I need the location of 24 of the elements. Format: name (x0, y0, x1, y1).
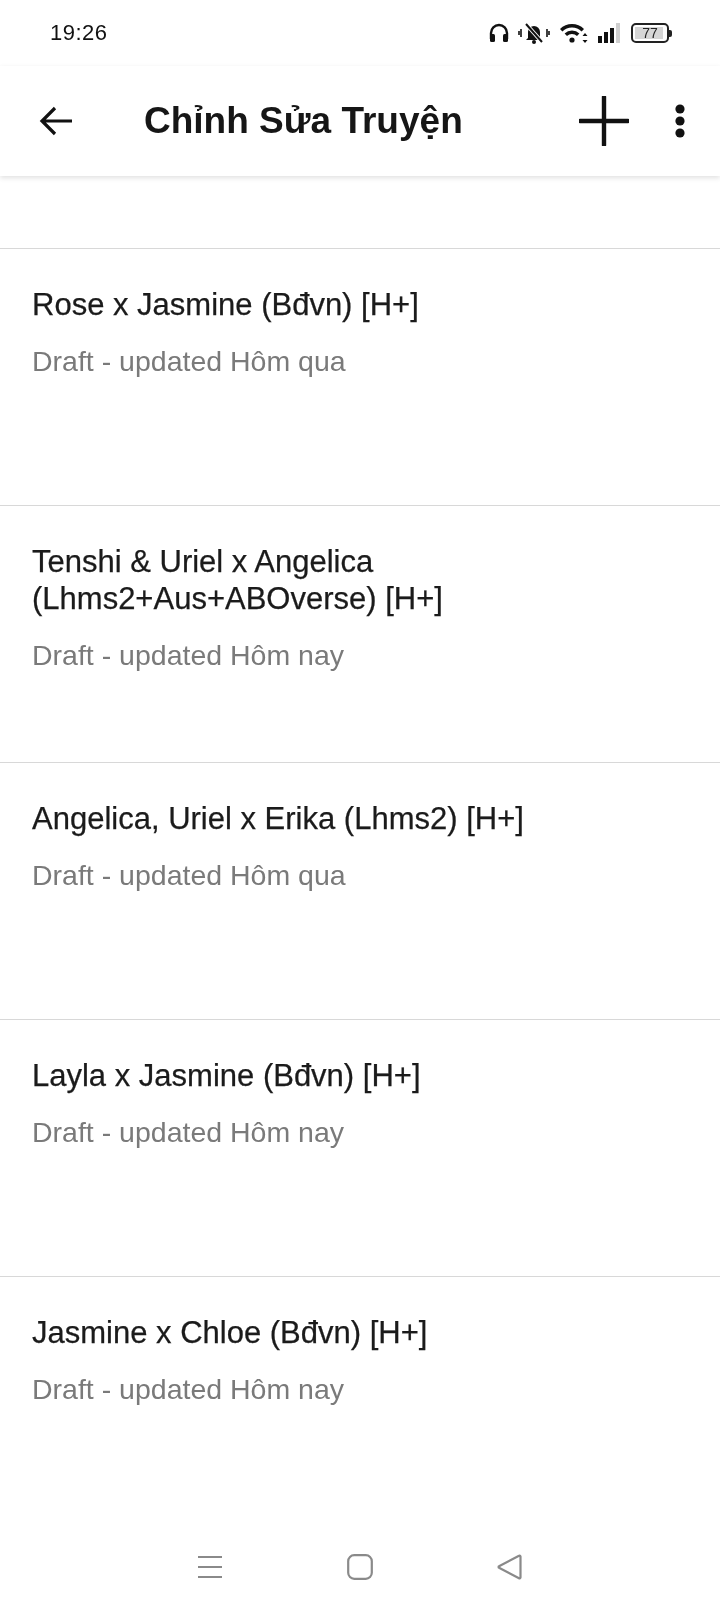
story-title[interactable]: Rose x Jasmine (Bđvn) [H+] (32, 286, 419, 323)
story-title[interactable]: Jasmine x Chloe (Bđvn) [H+] (32, 1314, 428, 1351)
wifi-icon (559, 22, 589, 44)
back-arrow-icon (38, 105, 74, 137)
signal-icon (598, 23, 622, 43)
story-title[interactable]: Layla x Jasmine (Bđvn) [H+] (32, 1057, 421, 1094)
more-vertical-icon (675, 104, 685, 138)
story-status: Draft - updated Hôm nay (32, 638, 345, 673)
battery-icon: 77 (631, 23, 672, 43)
story-title[interactable]: Tenshi & Uriel x Angelica (Lhms2+Aus+ABOverse) [H+] (32, 543, 688, 617)
add-button[interactable] (578, 95, 630, 147)
menu-icon[interactable] (197, 1555, 223, 1579)
story-title[interactable]: Angelica, Uriel x Erika (Lhms2) [H+] (32, 800, 524, 837)
story-status: Draft - updated Hôm qua (32, 858, 346, 893)
screen-title: Chỉnh Sửa Truyện (144, 100, 463, 142)
story-status: Draft - updated Hôm nay (32, 1115, 345, 1150)
muted-bell-icon (518, 22, 550, 44)
story-status: Draft - updated Hôm nay (32, 1372, 345, 1407)
story-status: Draft - updated Hôm qua (32, 344, 346, 379)
status-time: 19:26 (50, 20, 108, 46)
square-icon[interactable] (347, 1554, 373, 1580)
triangle-icon[interactable] (497, 1554, 523, 1580)
headphones-icon (489, 23, 509, 43)
plus-icon (579, 96, 629, 146)
